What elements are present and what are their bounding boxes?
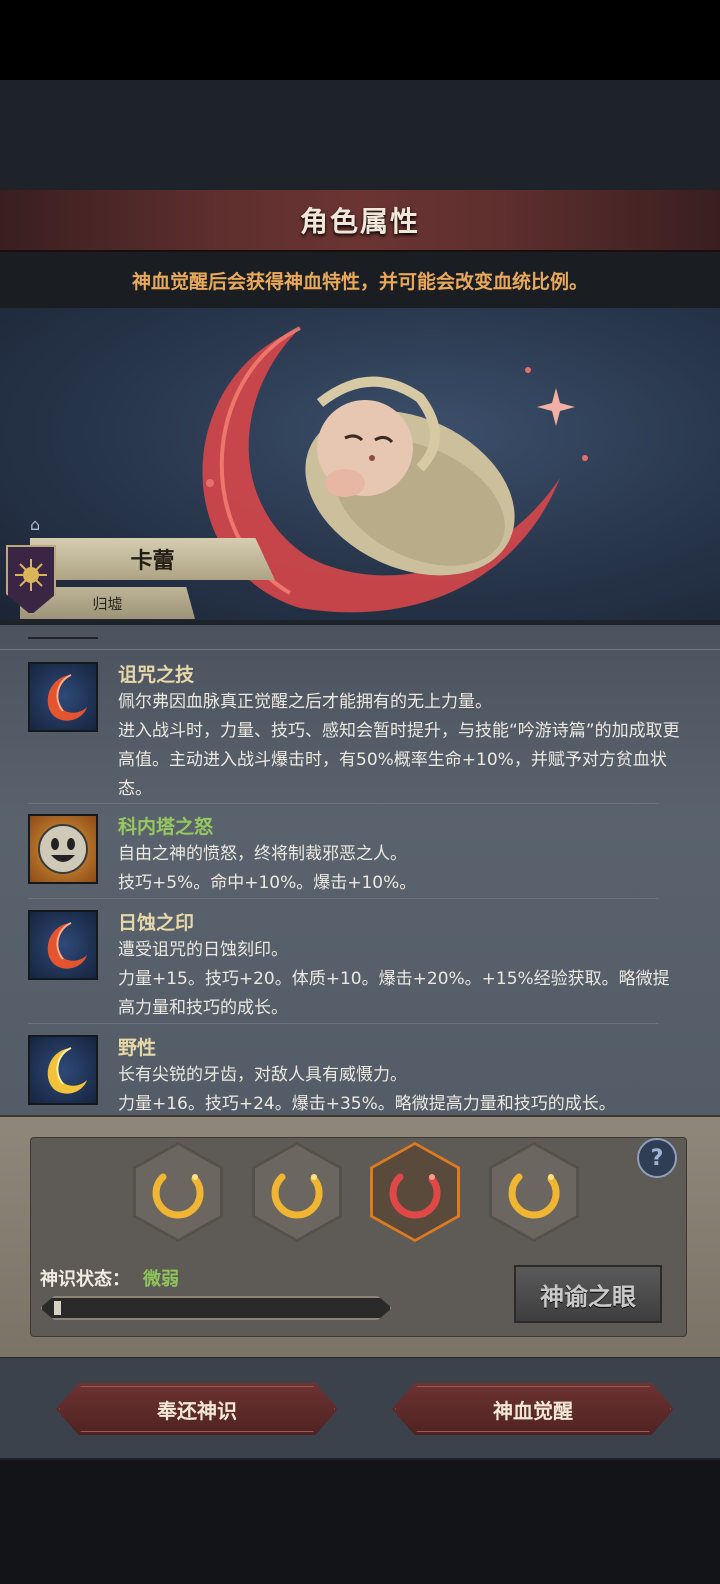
oracle-eye-label: 神谕之眼 (540, 1282, 636, 1311)
trait-description: 遭受诅咒的日蚀刻印。 力量+15。技巧+20。体质+10。爆击+20%。+15%… (118, 940, 670, 1018)
character-name: 卡蕾 (130, 549, 175, 574)
golden-crescent-icon (508, 1173, 560, 1219)
divider (28, 637, 98, 639)
awaken-label: 神血觉醒 (493, 1398, 573, 1423)
traits-list[interactable]: 诅咒之技 佩尔弗因血脉真正觉醒之后才能拥有的无上力量。 进入战斗时，力量、技巧、… (0, 625, 720, 1115)
trait-name: 野性 (118, 1037, 157, 1059)
divider (28, 898, 658, 899)
status-bar-area (0, 0, 720, 80)
character-origin: 归墟 (92, 594, 123, 613)
golden-moon-icon (28, 1035, 98, 1105)
progress-fill (54, 1301, 61, 1315)
red-crescent-icon (389, 1173, 441, 1219)
golden-crescent-icon (152, 1173, 204, 1219)
name-bar: 卡蕾 (30, 538, 275, 580)
divider (0, 649, 720, 650)
divine-sense-progress (40, 1296, 392, 1320)
return-divine-sense-button[interactable]: 奉还神识 (56, 1383, 338, 1435)
crimson-moon-icon (28, 910, 98, 980)
divine-sense-value: 微弱 (143, 1269, 179, 1290)
smiling-face-icon (28, 814, 98, 884)
trait-name: 日蚀之印 (118, 912, 195, 934)
subtitle-text: 神血觉醒后会获得神血特性，并可能会改变血统比例。 (131, 270, 588, 293)
subtitle-bar: 神血觉醒后会获得神血特性，并可能会改变血统比例。 (0, 252, 720, 308)
blood-awaken-button[interactable]: 神血觉醒 (392, 1383, 674, 1435)
trait-description: 佩尔弗因血脉真正觉醒之后才能拥有的无上力量。 进入战斗时，力量、技巧、感知会暂时… (118, 692, 680, 799)
oracle-eye-button[interactable]: 神谕之眼 (514, 1265, 662, 1323)
trait-description: 长有尖锐的牙齿，对敌人具有威慑力。 力量+16。技巧+24。爆击+35%。略微提… (118, 1065, 616, 1114)
rank-icon: ⌂ (30, 515, 41, 534)
help-icon: ? (650, 1145, 664, 1171)
name-plate: ⌂ 卡蕾 归墟 (0, 515, 290, 625)
trait-description: 自由之神的愤怒，终将制裁邪恶之人。 技巧+5%。命中+10%。爆击+10%。 (118, 844, 417, 893)
awakening-panel (0, 1115, 720, 1360)
title-bar: 角色属性 (0, 190, 720, 252)
divider (28, 803, 658, 804)
trait-name: 科内塔之怒 (118, 816, 214, 838)
bottom-area (0, 1460, 720, 1584)
trait-name: 诅咒之技 (118, 664, 195, 686)
page-title: 角色属性 (299, 205, 420, 238)
divine-sense-label: 神识状态： (40, 1269, 130, 1290)
golden-crescent-icon (271, 1173, 323, 1219)
return-label: 奉还神识 (157, 1398, 237, 1423)
help-button[interactable]: ? (637, 1138, 677, 1178)
crimson-moon-icon (28, 662, 98, 732)
divider (28, 1023, 658, 1024)
